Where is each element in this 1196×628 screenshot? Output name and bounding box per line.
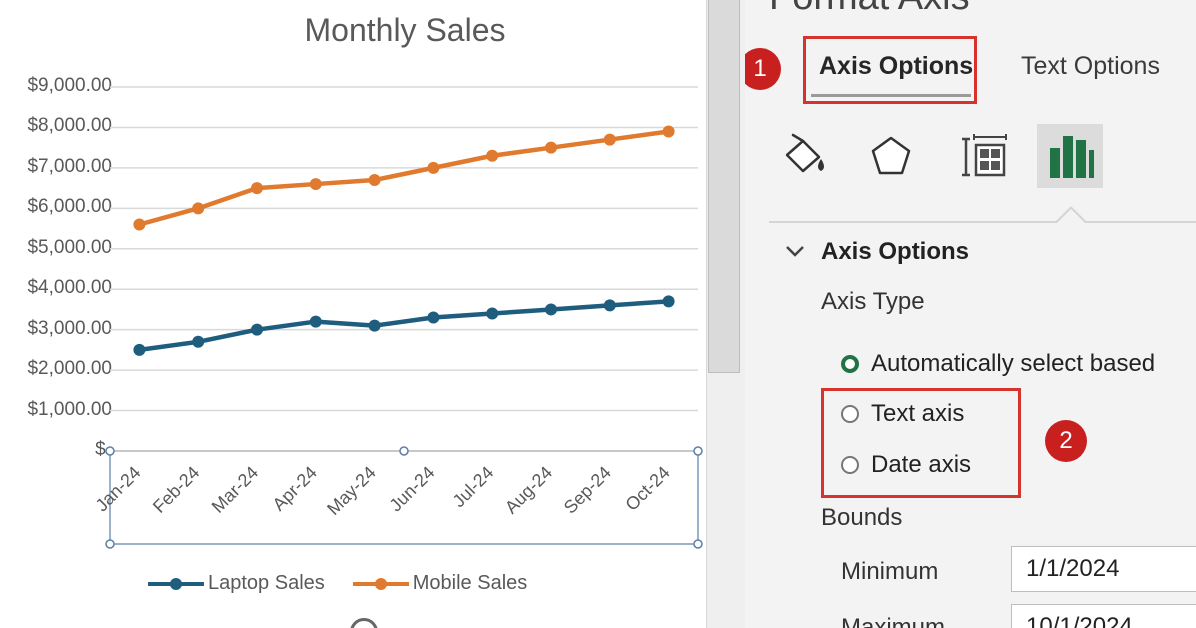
selection-handle[interactable]: [693, 446, 703, 456]
data-point[interactable]: [545, 141, 557, 154]
radio-auto-select-label: Automatically select based: [871, 350, 1156, 377]
data-point[interactable]: [427, 311, 440, 324]
chart-plot[interactable]: Jan-24 Feb-24 Mar-24 Apr-24 May-24 Jun-24 Jul-…: [0, 0, 706, 628]
chart-legend[interactable]: Laptop Sales Mobile Sales: [148, 572, 527, 595]
legend-label-laptop: Laptop Sales: [208, 572, 325, 594]
series-line-1[interactable]: [138, 129, 669, 227]
selection-handle[interactable]: [693, 539, 703, 549]
data-point[interactable]: [309, 315, 322, 328]
legend-swatch-laptop: [148, 576, 204, 592]
radio-auto-select[interactable]: Automatically select based: [841, 350, 1155, 378]
minimum-label: Minimum: [841, 558, 939, 585]
data-point[interactable]: [368, 174, 381, 187]
chevron-down-icon[interactable]: [785, 244, 805, 258]
annotation-badge-1: 1: [745, 48, 781, 90]
x-tick-label: Apr-24: [269, 462, 321, 514]
selection-handle[interactable]: [399, 446, 409, 456]
selection-handle[interactable]: [105, 539, 115, 549]
maximum-label: Maximum: [841, 614, 946, 628]
data-point[interactable]: [133, 343, 146, 356]
data-point[interactable]: [192, 202, 205, 215]
minimum-input[interactable]: [1011, 546, 1196, 592]
data-point[interactable]: [486, 307, 499, 320]
x-tick-label: Jan-24: [92, 462, 145, 515]
legend-label-mobile: Mobile Sales: [412, 572, 528, 594]
legend-item-mobile[interactable]: Mobile Sales: [352, 572, 528, 595]
radio-auto-select-indicator[interactable]: [841, 355, 859, 373]
annotation-box-axis-options: [803, 36, 977, 104]
data-point[interactable]: [545, 303, 557, 316]
bounds-label: Bounds: [821, 504, 903, 531]
data-point[interactable]: [662, 295, 675, 308]
data-point[interactable]: [486, 149, 499, 162]
x-tick-label: Sep-24: [560, 462, 615, 517]
x-tick-label: May-24: [323, 462, 380, 519]
x-tick-label: Oct-24: [621, 462, 673, 514]
data-point[interactable]: [133, 218, 146, 231]
data-point[interactable]: [192, 335, 205, 348]
format-axis-pane: Format Axis Axis Options Text Options 1: [745, 0, 1196, 628]
x-tick-label: Aug-24: [501, 462, 556, 517]
data-point[interactable]: [368, 319, 381, 332]
scrollbar-thumb[interactable]: [708, 0, 740, 373]
x-tick-label: Jun-24: [386, 462, 439, 515]
section-axis-options[interactable]: Axis Options: [821, 238, 969, 266]
data-point[interactable]: [251, 323, 263, 336]
annotation-box-axis-type: [821, 388, 1021, 498]
tab-text-options[interactable]: Text Options: [1021, 52, 1160, 81]
fill-line-icon[interactable]: [775, 128, 835, 186]
effects-icon[interactable]: [861, 128, 921, 186]
x-tick-label: Feb-24: [149, 462, 203, 516]
data-point[interactable]: [662, 125, 675, 138]
x-tick-label: Mar-24: [208, 462, 262, 516]
x-tick-label: Jul-24: [449, 462, 498, 511]
annotation-badge-2: 2: [1045, 420, 1087, 462]
legend-swatch-mobile: [352, 576, 409, 592]
data-point[interactable]: [603, 299, 616, 312]
active-icon-pointer-inner: [1057, 209, 1085, 223]
selection-handle[interactable]: [105, 446, 115, 456]
icon-row-divider: [769, 221, 1196, 223]
axis-type-label: Axis Type: [821, 288, 925, 315]
series-line-0[interactable]: [139, 299, 669, 353]
data-point[interactable]: [427, 161, 440, 174]
pane-title: Format Axis: [769, 0, 970, 19]
size-properties-icon[interactable]: [955, 128, 1015, 186]
axis-options-icon[interactable]: [1037, 124, 1103, 188]
data-point[interactable]: [251, 182, 263, 195]
maximum-input[interactable]: [1011, 604, 1196, 628]
chart-area[interactable]: Monthly Sales $- $1,000.00 $2,000.00 $3,000…: [0, 0, 706, 628]
legend-item-laptop[interactable]: Laptop Sales: [148, 572, 325, 595]
data-point[interactable]: [309, 178, 322, 191]
data-point[interactable]: [603, 133, 616, 146]
